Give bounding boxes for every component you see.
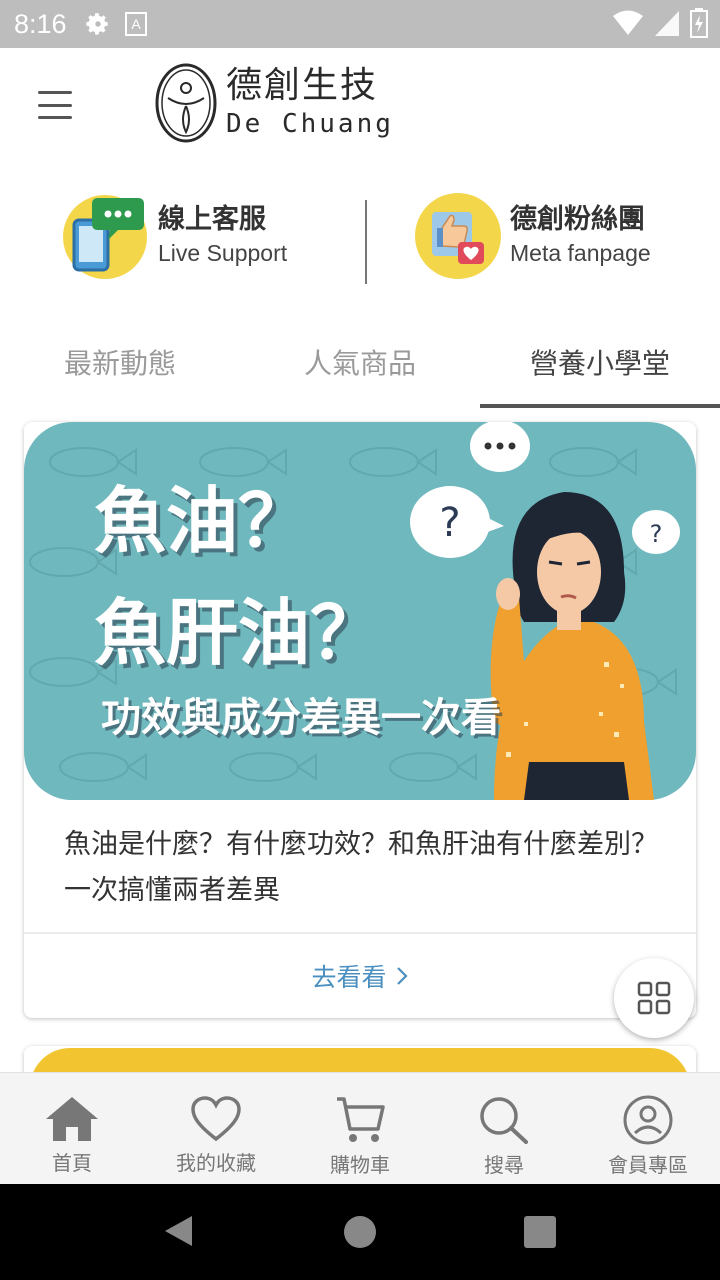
quick-link-title: 線上客服: [158, 204, 266, 235]
quick-link-subtitle: Live Support: [158, 240, 288, 266]
home-button-icon[interactable]: [344, 1216, 376, 1248]
logo-name-en: De Chuang: [226, 109, 394, 139]
thumbs-up-heart-icon: [415, 193, 501, 279]
nav-favorites[interactable]: 我的收藏: [144, 1073, 288, 1185]
article-title[interactable]: 魚油是什麼？有什麼功效？和魚肝油有什麼差別？ 一次搞懂兩者差異: [64, 822, 664, 914]
search-icon: [480, 1097, 528, 1144]
nav-cart[interactable]: 購物車: [288, 1073, 432, 1185]
logo-mark-icon: [155, 63, 217, 143]
article-banner-image[interactable]: ? ? 魚油？ 魚油？ 魚肝油？ 魚肝油？ 功效與成分差異一次看 功效與成分差異…: [24, 422, 696, 800]
active-tab-indicator: [480, 404, 720, 408]
status-time: 8:16: [14, 8, 67, 39]
battery-icon: [690, 8, 708, 38]
svg-text:?: ?: [439, 500, 460, 546]
app-header: 德創生技 De Chuang: [0, 48, 720, 168]
chat-phone-icon: [63, 195, 147, 279]
home-icon: [46, 1097, 98, 1141]
nav-label: 購物車: [330, 1153, 390, 1177]
nav-member[interactable]: 會員專區: [576, 1073, 720, 1185]
app-screen: 8:16 A 德創生技 De Chuang 線上客服 Live Support …: [0, 0, 720, 1280]
nav-label: 會員專區: [608, 1153, 688, 1177]
grid-menu-button[interactable]: [614, 958, 694, 1038]
banner-headline-3: 功效與成分差異一次看: [101, 695, 501, 741]
bottom-navigation: 首頁 我的收藏 購物車 搜尋 會員專區: [0, 1072, 720, 1184]
live-support-link[interactable]: 線上客服 Live Support: [60, 190, 287, 280]
user-icon: [623, 1095, 673, 1145]
quick-link-title: 德創粉絲團: [510, 204, 645, 235]
logo-name-cn: 德創生技: [226, 65, 379, 106]
recent-apps-icon[interactable]: [524, 1216, 556, 1248]
tab-popular-products[interactable]: 人氣商品: [240, 320, 480, 404]
nav-home[interactable]: 首頁: [0, 1073, 144, 1185]
tab-latest-news[interactable]: 最新動態: [0, 320, 240, 404]
read-more-link[interactable]: 去看看: [24, 934, 696, 1018]
signal-icon: [655, 11, 679, 36]
svg-text:A: A: [131, 16, 141, 32]
chevron-right-icon: [396, 967, 408, 985]
wifi-icon: [613, 10, 643, 35]
brand-logo[interactable]: 德創生技 De Chuang: [154, 62, 394, 144]
grid-icon: [637, 981, 671, 1015]
svg-text:?: ?: [650, 520, 663, 548]
tab-nutrition-school[interactable]: 營養小學堂: [480, 320, 720, 404]
read-more-label: 去看看: [311, 963, 387, 992]
nav-label: 搜尋: [484, 1153, 524, 1177]
banner-headline-1: 魚油？: [94, 479, 310, 563]
article-card[interactable]: ? ? 魚油？ 魚油？ 魚肝油？ 魚肝油？ 功效與成分差異一次看 功效與成分差異…: [24, 422, 696, 1018]
a-notification-icon: A: [124, 12, 147, 36]
system-navigation-bar: [0, 1184, 720, 1280]
back-icon[interactable]: [162, 1214, 194, 1248]
quick-links-divider: [365, 200, 367, 284]
content-tabs: 最新動態 人氣商品 營養小學堂: [0, 320, 720, 408]
nav-label: 首頁: [52, 1151, 92, 1175]
quick-links: 線上客服 Live Support 德創粉絲團 Meta fanpage: [0, 190, 720, 290]
quick-link-subtitle: Meta fanpage: [510, 240, 651, 266]
fanpage-link[interactable]: 德創粉絲團 Meta fanpage: [412, 190, 651, 280]
heart-icon: [191, 1096, 241, 1142]
settings-icon: [85, 13, 108, 35]
cart-icon: [337, 1097, 385, 1142]
banner-headline-2: 魚肝油？: [94, 591, 382, 675]
nav-search[interactable]: 搜尋: [432, 1073, 576, 1185]
status-bar: 8:16 A: [0, 0, 720, 48]
nav-label: 我的收藏: [176, 1151, 256, 1175]
hamburger-menu-icon[interactable]: [38, 88, 72, 122]
